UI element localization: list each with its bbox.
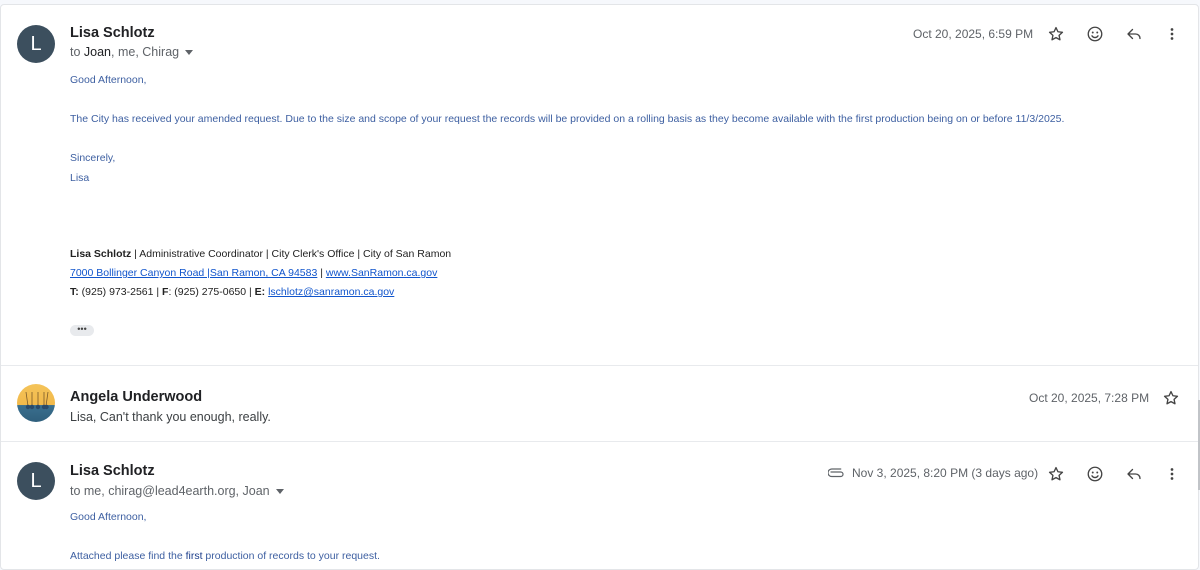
more-vert-icon <box>1170 468 1174 480</box>
reply-icon <box>1127 28 1141 40</box>
star-button[interactable] <box>1159 386 1183 410</box>
recipients-line[interactable]: to Joan, me, Chirag <box>70 45 194 59</box>
react-button[interactable] <box>1083 22 1107 46</box>
message-snippet: Lisa, Can't thank you enough, really. <box>70 410 271 424</box>
star-icon <box>1163 390 1179 405</box>
message-expanded-3: L Lisa Schlotz to me, chirag@lead4earth.… <box>1 442 1198 569</box>
emoji-icon <box>1087 26 1103 42</box>
message-date: Oct 20, 2025, 6:59 PM <box>913 27 1034 41</box>
message-expanded-1: L Lisa Schlotz to Joan, me, Chirag Oct 2… <box>1 5 1198 366</box>
signature-contact-line: T: (925) 973-2561 | F: (925) 275-0650 | … <box>70 286 395 298</box>
email-paragraph: Attached please find the first productio… <box>70 550 380 562</box>
avatar[interactable] <box>17 384 55 422</box>
avatar[interactable]: L <box>17 462 55 500</box>
email-link[interactable]: lschlotz@sanramon.ca.gov <box>268 286 394 298</box>
avatar-photo-image <box>25 391 49 410</box>
show-details-icon[interactable] <box>185 50 194 56</box>
reply-button[interactable] <box>1122 22 1146 46</box>
more-options-button[interactable] <box>1160 22 1184 46</box>
signature-address-line: 7000 Bollinger Canyon Road |San Ramon, C… <box>70 267 438 279</box>
star-button[interactable] <box>1044 22 1068 46</box>
email-greeting: Good Afternoon, <box>70 511 147 523</box>
more-vert-icon <box>1170 28 1174 40</box>
signature-title-line: Lisa Schlotz | Administrative Coordinato… <box>70 248 452 260</box>
email-greeting: Good Afternoon, <box>70 74 147 86</box>
more-options-button[interactable] <box>1160 462 1184 486</box>
email-thread: L Lisa Schlotz to Joan, me, Chirag Oct 2… <box>0 4 1199 570</box>
star-icon <box>1048 26 1064 41</box>
avatar[interactable]: L <box>17 25 55 63</box>
star-button[interactable] <box>1044 462 1068 486</box>
email-closing: Sincerely, <box>70 152 116 164</box>
sender-name[interactable]: Lisa Schlotz <box>70 25 155 41</box>
reply-button[interactable] <box>1122 462 1146 486</box>
show-details-icon[interactable] <box>275 489 284 495</box>
star-icon <box>1048 466 1064 481</box>
emoji-icon <box>1087 466 1103 482</box>
website-link[interactable]: www.SanRamon.ca.gov <box>326 267 437 279</box>
reply-icon <box>1127 468 1141 480</box>
recipients-line[interactable]: to me, chirag@lead4earth.org, Joan <box>70 484 284 498</box>
message-date: Oct 20, 2025, 7:28 PM <box>1029 391 1150 405</box>
sender-name[interactable]: Lisa Schlotz <box>70 463 155 479</box>
email-paragraph: The City has received your amended reque… <box>70 113 1065 125</box>
address-link[interactable]: 7000 Bollinger Canyon Road |San Ramon, C… <box>70 267 317 279</box>
show-trimmed-content-button[interactable]: ••• <box>70 325 94 336</box>
react-button[interactable] <box>1083 462 1107 486</box>
message-date: Nov 3, 2025, 8:20 PM (3 days ago) <box>852 466 1039 480</box>
attachment-icon <box>828 468 844 478</box>
message-collapsed-2[interactable]: Angela Underwood Lisa, Can't thank you e… <box>1 365 1198 442</box>
email-signoff: Lisa <box>70 172 90 184</box>
sender-name[interactable]: Angela Underwood <box>70 389 202 405</box>
